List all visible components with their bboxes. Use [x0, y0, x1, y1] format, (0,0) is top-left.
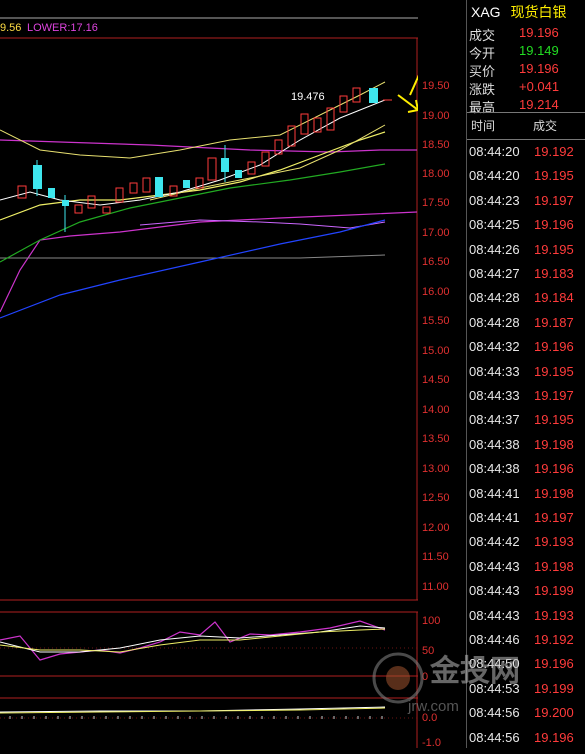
tick-price: 19.196 [534, 217, 574, 233]
divider [467, 112, 585, 113]
axis-tick: 19.00 [422, 110, 450, 122]
axis-tick: 14.50 [422, 374, 450, 386]
tick-time: 08:44:26 [469, 241, 520, 257]
quote-value: 19.196 [519, 25, 559, 40]
tick-price: 19.198 [534, 436, 574, 452]
quote-label: 成交 [469, 28, 496, 43]
tick-price: 19.196 [534, 461, 574, 477]
axis-tick: 13.00 [422, 463, 450, 475]
tick-price: 19.187 [534, 314, 574, 330]
price-axis: 19.50 19.00 18.50 18.00 17.50 17.00 16.5… [418, 0, 466, 749]
tick-price: 19.197 [534, 510, 574, 525]
tick-price: 19.198 [534, 558, 574, 574]
quote-label: 今开 [469, 46, 496, 61]
axis-tick: 13.50 [422, 433, 450, 445]
tick-time: 08:44:23 [469, 192, 520, 208]
osc-axis-tick: 100 [422, 615, 441, 627]
tick-time: 08:44:25 [469, 217, 520, 233]
tick-time: 08:44:41 [469, 485, 520, 501]
quote-label: 买价 [469, 64, 496, 79]
tick-time: 08:44:28 [469, 314, 520, 330]
tick-time: 08:44:43 [469, 558, 520, 574]
divider [467, 139, 585, 140]
tick-time: 08:44:28 [469, 290, 520, 306]
quote-value: +0.041 [519, 79, 560, 94]
tick-time: 08:44:27 [469, 266, 520, 281]
lower-band-label: LOWER:17.16 [27, 22, 98, 34]
quote-value: 19.149 [519, 43, 559, 58]
tick-price: 19.198 [534, 485, 574, 501]
tick-price: 19.184 [534, 290, 574, 306]
axis-tick: 14.00 [422, 404, 450, 416]
quote-label: 涨跌 [469, 82, 496, 97]
chart-area[interactable]: 9.56 LOWER:17.16 19.476 [0, 0, 418, 748]
axis-tick: 12.00 [422, 522, 450, 534]
symbol-code: XAG [471, 4, 501, 20]
tick-time: 08:44:32 [469, 339, 520, 355]
ticks-price-header: 成交 [533, 119, 558, 133]
tick-time: 08:44:38 [469, 461, 520, 477]
tick-price: 19.195 [534, 241, 574, 257]
quote-header: XAG 现货白银 [471, 2, 566, 22]
tick-time: 08:44:42 [469, 534, 520, 550]
tick-price: 19.197 [534, 192, 574, 208]
indicator-value: 9.56 [0, 22, 22, 34]
tick-price: 19.195 [534, 168, 574, 184]
quote-label: 最高 [469, 100, 496, 115]
tick-price: 19.195 [534, 363, 574, 379]
tick-time: 08:44:41 [469, 510, 520, 525]
peak-price-label: 19.476 [291, 91, 325, 103]
axis-tick: 11.50 [422, 551, 449, 563]
tick-time: 08:44:43 [469, 607, 520, 623]
tick-time: 08:44:56 [469, 729, 520, 745]
tick-price: 19.192 [534, 144, 574, 159]
ticks-time-header: 时间 [471, 119, 496, 133]
tick-price: 19.183 [534, 266, 574, 281]
watermark-brand: 金投网 [430, 655, 520, 688]
watermark-url: jrw.com [408, 698, 459, 715]
axis-tick: 11.00 [422, 581, 449, 593]
axis-tick: 19.50 [422, 80, 450, 92]
quote-value: 19.214 [519, 97, 559, 112]
axis-tick: 12.50 [422, 492, 450, 504]
tick-price: 19.199 [534, 583, 574, 599]
tick-price: 19.196 [534, 729, 574, 745]
axis-tick: 17.00 [422, 227, 450, 239]
tick-time: 08:44:38 [469, 436, 520, 452]
tick-time: 08:44:33 [469, 388, 520, 403]
tick-time: 08:44:20 [469, 144, 520, 159]
osc2-axis-tick: -1.0 [422, 737, 441, 749]
axis-tick: 18.00 [422, 168, 450, 180]
tick-price: 19.196 [534, 339, 574, 355]
axis-tick: 17.50 [422, 197, 450, 209]
symbol-name: 现货白银 [510, 4, 567, 20]
tick-price: 19.193 [534, 534, 574, 550]
tick-price: 19.193 [534, 607, 574, 623]
axis-tick: 18.50 [422, 139, 450, 151]
tick-time: 08:44:37 [469, 412, 520, 428]
candlestick-chart [0, 17, 418, 748]
tick-price: 19.197 [534, 388, 574, 403]
tick-price: 19.195 [534, 412, 574, 428]
tick-time: 08:44:33 [469, 363, 520, 379]
axis-tick: 16.50 [422, 256, 450, 268]
tick-time: 08:44:43 [469, 583, 520, 599]
axis-tick: 15.50 [422, 315, 450, 327]
quote-panel: XAG 现货白银 成交 19.196 今开 19.149 买价 19.196 涨… [466, 0, 585, 748]
tick-time: 08:44:20 [469, 168, 520, 184]
axis-tick: 16.00 [422, 286, 450, 298]
watermark: 金投网 jrw.com [368, 640, 568, 718]
axis-tick: 15.00 [422, 345, 450, 357]
quote-value: 19.196 [519, 61, 559, 76]
